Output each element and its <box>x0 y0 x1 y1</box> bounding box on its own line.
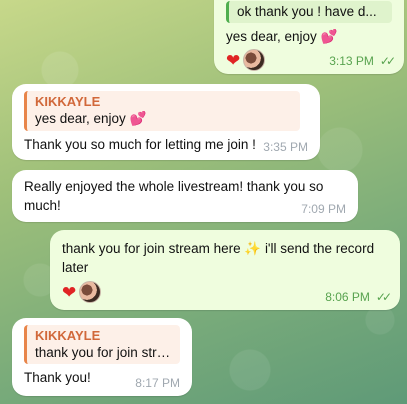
heart-icon[interactable]: ❤ <box>62 284 76 301</box>
message-meta: 8:17 PM <box>135 376 180 390</box>
double-check-icon: ✓✓ <box>375 290 392 304</box>
avatar <box>243 49 266 71</box>
message-time: 3:35 PM <box>263 140 308 154</box>
sparkles-emoji: ✨ <box>244 241 262 256</box>
message-incoming[interactable]: Really enjoyed the whole livestream! tha… <box>12 170 358 222</box>
reply-text: yes dear, enjoy 💕 <box>35 111 147 126</box>
message-meta: 3:13 PM ✓✓ <box>329 54 396 68</box>
two-hearts-emoji: 💕 <box>129 111 147 126</box>
reply-quote[interactable]: KIKKAYLE thank you for join stre... <box>24 325 180 364</box>
reply-sender-name: KIKKAYLE <box>35 328 101 343</box>
two-hearts-emoji: 💕 <box>320 29 338 44</box>
message-outgoing[interactable]: ok thank you ! have d... yes dear, enjoy… <box>214 0 404 74</box>
message-time: 3:13 PM <box>329 54 374 68</box>
message-meta: 8:06 PM ✓✓ <box>325 290 392 304</box>
message-meta: 7:09 PM <box>301 202 346 216</box>
message-time: 7:09 PM <box>301 202 346 216</box>
message-text: thank you for join stream here ✨ i'll se… <box>62 241 375 275</box>
reply-quote[interactable]: ok thank you ! have d... <box>226 1 392 23</box>
reply-sender-name: KIKKAYLE <box>35 94 101 109</box>
heart-icon[interactable]: ❤ <box>226 52 240 69</box>
message-text: Really enjoyed the whole livestream! tha… <box>24 179 324 213</box>
reply-text: thank you for join stre... <box>35 345 172 360</box>
message-incoming[interactable]: KIKKAYLE thank you for join stre... Than… <box>12 318 192 396</box>
message-incoming[interactable]: KIKKAYLE yes dear, enjoy 💕 Thank you so … <box>12 84 320 160</box>
reply-quote[interactable]: KIKKAYLE yes dear, enjoy 💕 <box>24 91 300 131</box>
reply-text: ok thank you ! have d... <box>237 4 377 19</box>
message-text: yes dear, enjoy 💕 <box>226 29 338 44</box>
message-time: 8:17 PM <box>135 376 180 390</box>
double-check-icon: ✓✓ <box>379 54 396 68</box>
message-outgoing[interactable]: thank you for join stream here ✨ i'll se… <box>50 230 400 310</box>
message-meta: 3:35 PM <box>263 140 308 154</box>
avatar <box>79 281 102 303</box>
message-time: 8:06 PM <box>325 290 370 304</box>
